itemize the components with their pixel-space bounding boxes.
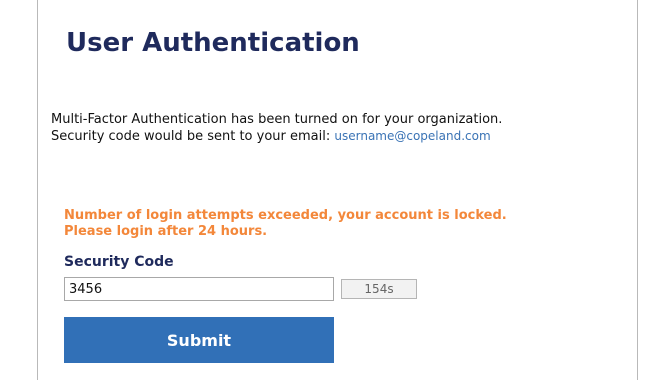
mfa-enabled-message: Multi-Factor Authentication has been tur… [51, 112, 503, 127]
email-notice-label: Security code would be sent to your emai… [51, 129, 331, 144]
submit-button[interactable]: Submit [64, 317, 334, 363]
mfa-info-text: Multi-Factor Authentication has been tur… [51, 112, 502, 145]
security-code-input[interactable] [64, 277, 334, 301]
lockout-error-line-1: Number of login attempts exceeded, your … [64, 208, 507, 223]
lockout-error-message: Number of login attempts exceeded, your … [64, 208, 507, 240]
security-code-label: Security Code [64, 254, 174, 270]
email-address: username@copeland.com [334, 129, 491, 143]
auth-panel: User Authentication Multi-Factor Authent… [37, 0, 638, 380]
lockout-error-line-2: Please login after 24 hours. [64, 224, 268, 239]
email-notice: Security code would be sent to your emai… [51, 128, 502, 145]
page-title: User Authentication [66, 28, 360, 58]
resend-timer-button[interactable]: 154s [341, 279, 417, 299]
